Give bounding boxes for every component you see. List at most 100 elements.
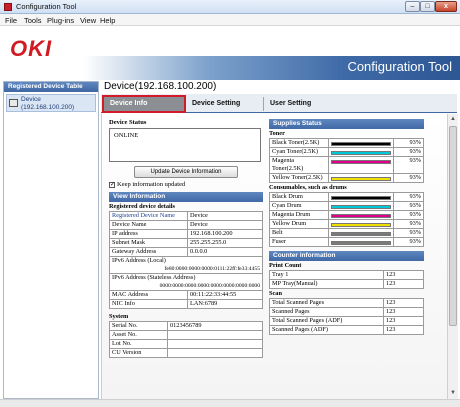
table-cell: IPv6 Address (Local) fe80:0000:0000:0000…: [109, 256, 263, 274]
tab-device-info[interactable]: Device Info: [102, 95, 186, 113]
view-information-table: Registered Device Name Device Device Nam…: [109, 211, 263, 309]
device-list-ip: (192.168.100.200): [21, 104, 75, 111]
toner-label: Toner: [269, 130, 285, 137]
table-cell: [328, 192, 394, 202]
device-list-item[interactable]: Device (192.168.100.200): [6, 94, 96, 112]
table-cell: Tray 1: [269, 270, 384, 280]
table-cell: IPv6 Address (Stateless Address) 0000:00…: [109, 273, 263, 291]
table-cell: Black Toner(2.5K): [269, 138, 329, 148]
table-row: Tray 1 123: [269, 270, 424, 280]
scroll-up-arrow-icon[interactable]: ▲: [449, 115, 457, 124]
printer-icon: [9, 99, 18, 107]
table-cell: [167, 330, 263, 340]
table-row: Black Drum 93%: [269, 192, 424, 202]
tab-user-setting[interactable]: User Setting: [264, 97, 454, 111]
tab-bar: Device Info Device Setting User Setting: [101, 94, 457, 113]
table-row: Gateway Address 0.0.0.0: [109, 247, 263, 257]
table-row: IPv6 Address (Local) fe80:0000:0000:0000…: [109, 256, 263, 274]
menu-file[interactable]: File: [5, 16, 17, 25]
table-cell: [328, 156, 394, 174]
keep-updated-label: Keep information updated: [117, 181, 186, 188]
menu-tools[interactable]: Tools: [24, 16, 42, 25]
table-cell: 93%: [393, 228, 424, 238]
table-cell: Fuser: [269, 237, 329, 247]
supply-level-bar: [331, 213, 391, 218]
table-row: Subnet Mask 255.255.255.0: [109, 238, 263, 248]
scan-count-table: Total Scanned Pages 123 Scanned Pages 12…: [269, 298, 424, 335]
table-cell: 192.168.100.200: [187, 229, 263, 239]
system-label: System: [109, 313, 129, 320]
table-row: Lot No.: [109, 339, 263, 349]
close-button[interactable]: x: [435, 1, 457, 12]
registered-device-name-link[interactable]: Registered Device Name: [109, 211, 188, 221]
ipv6-stateless-value: 0000:0000:0000:0000:0000:0000:0000:0000: [159, 283, 260, 289]
supply-level-bar: [331, 141, 391, 146]
table-row: Asset No.: [109, 330, 263, 340]
table-cell: [328, 173, 394, 183]
table-cell: 00:11:22:33:44:55: [187, 290, 263, 300]
main-area: Device(192.168.100.200) Device Info Devi…: [101, 81, 458, 399]
table-cell: [328, 237, 394, 247]
supply-level-bar: [331, 159, 391, 164]
toner-table: Black Toner(2.5K) 93% Cyan Toner(2.5K) 9…: [269, 138, 424, 183]
supply-level-bar: [331, 176, 391, 181]
scroll-down-arrow-icon[interactable]: ▼: [449, 389, 457, 398]
table-row: Fuser 93%: [269, 237, 424, 247]
device-info-content: Device Status ONLINE Update Device Infor…: [101, 114, 458, 399]
keep-updated-checkbox[interactable]: ✓: [109, 181, 115, 188]
table-row: IPv6 Address (Stateless Address) 0000:00…: [109, 273, 263, 291]
table-row: MAC Address 00:11:22:33:44:55: [109, 290, 263, 300]
update-device-information-button[interactable]: Update Device Information: [134, 166, 238, 178]
table-cell: [328, 210, 394, 220]
table-cell: Asset No.: [109, 330, 168, 340]
menu-plugins[interactable]: Plug-ins: [47, 16, 74, 25]
table-cell: [328, 138, 394, 148]
table-cell: [328, 201, 394, 211]
table-row: CU Version: [109, 348, 263, 358]
minimize-button[interactable]: –: [405, 1, 420, 12]
table-cell: 0123456789: [167, 321, 263, 331]
table-cell: Yellow Drum: [269, 219, 329, 229]
table-cell: Scanned Pages: [269, 307, 384, 317]
device-status-label: Device Status: [109, 119, 147, 126]
table-cell: NIC Info: [109, 299, 188, 309]
table-cell: 93%: [393, 156, 424, 174]
maximize-button[interactable]: □: [420, 1, 435, 12]
tab-device-setting[interactable]: Device Setting: [186, 97, 264, 111]
table-cell: MP Tray(Manual): [269, 279, 384, 289]
vertical-scrollbar[interactable]: ▲ ▼: [447, 114, 458, 399]
keep-information-updated[interactable]: ✓ Keep information updated: [109, 181, 263, 188]
supplies-status-header: Supplies Status: [269, 119, 424, 129]
tool-title: Configuration Tool: [347, 59, 452, 74]
table-cell: Magenta Toner(2.5K): [269, 156, 329, 174]
table-row: Belt 93%: [269, 228, 424, 238]
right-column: Supplies Status Toner Black Toner(2.5K) …: [269, 119, 424, 335]
device-heading: Device(192.168.100.200): [104, 81, 217, 92]
scrollbar-thumb[interactable]: [449, 126, 457, 326]
window-title: Configuration Tool: [16, 2, 77, 11]
status-bar: [0, 399, 460, 407]
table-row: Device Name Device: [109, 220, 263, 230]
oki-logo: OKI: [10, 36, 53, 61]
table-cell: Device Name: [109, 220, 188, 230]
table-cell: 123: [383, 279, 424, 289]
table-row: Cyan Drum 93%: [269, 201, 424, 211]
table-row: Total Scanned Pages (ADF) 123: [269, 316, 424, 326]
app-icon: [4, 3, 12, 11]
table-cell: CU Version: [109, 348, 168, 358]
table-row: Magenta Drum 93%: [269, 210, 424, 220]
ipv6-stateless-label: IPv6 Address (Stateless Address): [112, 274, 196, 281]
table-row: Scanned Pages 123: [269, 307, 424, 317]
table-cell: 93%: [393, 237, 424, 247]
table-cell: Yellow Toner(2.5K): [269, 173, 329, 183]
supply-level-bar: [331, 204, 391, 209]
table-row: Yellow Drum 93%: [269, 219, 424, 229]
table-cell: [167, 348, 263, 358]
menu-help[interactable]: Help: [100, 16, 115, 25]
menu-view[interactable]: View: [80, 16, 96, 25]
table-cell: Black Drum: [269, 192, 329, 202]
device-status-box: ONLINE: [109, 128, 261, 162]
table-row: Yellow Toner(2.5K) 93%: [269, 173, 424, 183]
table-cell: Belt: [269, 228, 329, 238]
table-row: Serial No. 0123456789: [109, 321, 263, 331]
